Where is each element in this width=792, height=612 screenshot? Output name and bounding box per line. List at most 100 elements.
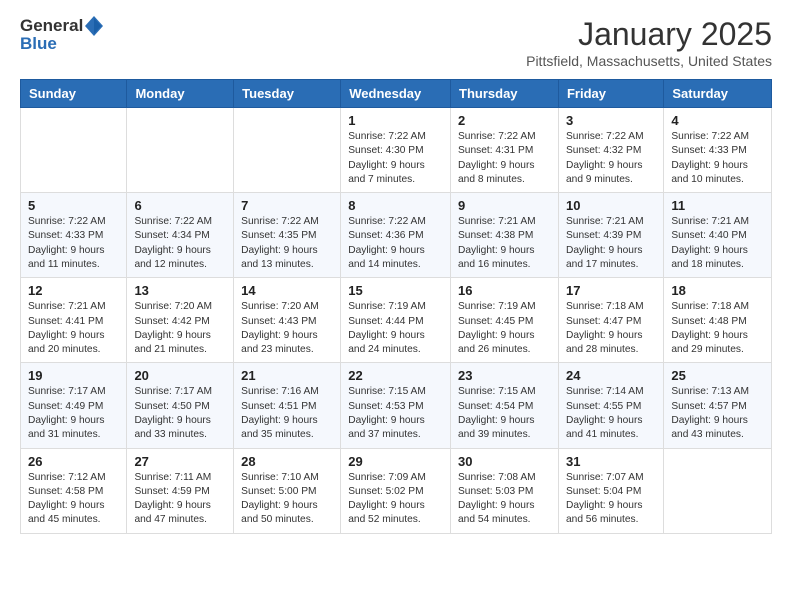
day-number: 31: [566, 454, 656, 469]
day-number: 9: [458, 198, 551, 213]
day-cell-18: 18 Sunrise: 7:18 AMSunset: 4:48 PMDayligh…: [664, 278, 772, 363]
week-row-2: 5 Sunrise: 7:22 AMSunset: 4:33 PMDaylight…: [21, 193, 772, 278]
day-cell-23: 23 Sunrise: 7:15 AMSunset: 4:54 PMDayligh…: [451, 363, 559, 448]
day-number: 19: [28, 368, 119, 383]
day-number: 24: [566, 368, 656, 383]
day-cell-29: 29Sunrise: 7:09 AMSunset: 5:02 PMDayligh…: [341, 448, 451, 533]
weekday-header-row: SundayMondayTuesdayWednesdayThursdayFrid…: [21, 80, 772, 108]
day-number: 13: [134, 283, 226, 298]
day-info: Sunrise: 7:19 AMSunset: 4:45 PMDaylight:…: [458, 300, 551, 357]
day-number: 28: [241, 454, 333, 469]
logo-icon: [85, 16, 103, 36]
page: General Blue January 2025 Pittsfield, Ma…: [0, 0, 792, 544]
week-row-1: 1 Sunrise: 7:22 AMSunset: 4:30 PMDaylight…: [21, 108, 772, 193]
day-number: 23: [458, 368, 551, 383]
day-number: 21: [241, 368, 333, 383]
day-cell-10: 10Sunrise: 7:21 AMSunset: 4:39 PMDayligh…: [558, 193, 663, 278]
day-info: Sunrise: 7:07 AMSunset: 5:04 PMDaylight:…: [566, 471, 656, 528]
day-number: 26: [28, 454, 119, 469]
title-block: January 2025 Pittsfield, Massachusetts, …: [526, 16, 772, 69]
day-cell-14: 14Sunrise: 7:20 AMSunset: 4:43 PMDayligh…: [234, 278, 341, 363]
day-number: 10: [566, 198, 656, 213]
day-number: 11: [671, 198, 764, 213]
day-cell-27: 27 Sunrise: 7:11 AMSunset: 4:59 PMDayligh…: [127, 448, 234, 533]
day-info: Sunrise: 7:22 AMSunset: 4:35 PMDaylight:…: [241, 215, 333, 272]
day-info: Sunrise: 7:21 AMSunset: 4:38 PMDaylight:…: [458, 215, 551, 272]
day-cell-25: 25 Sunrise: 7:13 AMSunset: 4:57 PMDayligh…: [664, 363, 772, 448]
day-number: 25: [671, 368, 764, 383]
weekday-header-friday: Friday: [558, 80, 663, 108]
logo: General Blue: [20, 16, 105, 54]
day-info: Sunrise: 7:08 AMSunset: 5:03 PMDaylight:…: [458, 471, 551, 528]
weekday-header-wednesday: Wednesday: [341, 80, 451, 108]
day-cell-24: 24 Sunrise: 7:14 AMSunset: 4:55 PMDayligh…: [558, 363, 663, 448]
day-number: 22: [348, 368, 443, 383]
day-info: Sunrise: 7:12 AMSunset: 4:58 PMDaylight:…: [28, 471, 119, 528]
day-number: 27: [134, 454, 226, 469]
header: General Blue January 2025 Pittsfield, Ma…: [20, 16, 772, 69]
day-number: 30: [458, 454, 551, 469]
day-number: 4: [671, 113, 764, 128]
day-number: 6: [134, 198, 226, 213]
day-cell-26: 26 Sunrise: 7:12 AMSunset: 4:58 PMDayligh…: [21, 448, 127, 533]
day-cell-21: 21 Sunrise: 7:16 AMSunset: 4:51 PMDayligh…: [234, 363, 341, 448]
empty-cell: [234, 108, 341, 193]
day-cell-7: 7 Sunrise: 7:22 AMSunset: 4:35 PMDaylight…: [234, 193, 341, 278]
day-number: 8: [348, 198, 443, 213]
day-info: Sunrise: 7:13 AMSunset: 4:57 PMDaylight:…: [671, 385, 764, 442]
logo-general: General: [20, 16, 83, 36]
day-cell-17: 17 Sunrise: 7:18 AMSunset: 4:47 PMDayligh…: [558, 278, 663, 363]
day-cell-2: 2Sunrise: 7:22 AMSunset: 4:31 PMDaylight…: [451, 108, 559, 193]
day-info: Sunrise: 7:19 AMSunset: 4:44 PMDaylight:…: [348, 300, 443, 357]
day-info: Sunrise: 7:22 AMSunset: 4:31 PMDaylight:…: [458, 130, 551, 187]
day-cell-19: 19Sunrise: 7:17 AMSunset: 4:49 PMDayligh…: [21, 363, 127, 448]
day-number: 12: [28, 283, 119, 298]
weekday-header-monday: Monday: [127, 80, 234, 108]
day-number: 15: [348, 283, 443, 298]
day-info: Sunrise: 7:18 AMSunset: 4:47 PMDaylight:…: [566, 300, 656, 357]
empty-cell: [127, 108, 234, 193]
day-number: 29: [348, 454, 443, 469]
day-number: 17: [566, 283, 656, 298]
day-info: Sunrise: 7:22 AMSunset: 4:33 PMDaylight:…: [28, 215, 119, 272]
day-info: Sunrise: 7:22 AMSunset: 4:30 PMDaylight:…: [348, 130, 443, 187]
day-cell-12: 12 Sunrise: 7:21 AMSunset: 4:41 PMDayligh…: [21, 278, 127, 363]
day-cell-28: 28 Sunrise: 7:10 AMSunset: 5:00 PMDayligh…: [234, 448, 341, 533]
day-number: 18: [671, 283, 764, 298]
day-cell-16: 16 Sunrise: 7:19 AMSunset: 4:45 PMDayligh…: [451, 278, 559, 363]
day-cell-5: 5 Sunrise: 7:22 AMSunset: 4:33 PMDaylight…: [21, 193, 127, 278]
day-cell-20: 20Sunrise: 7:17 AMSunset: 4:50 PMDayligh…: [127, 363, 234, 448]
weekday-header-sunday: Sunday: [21, 80, 127, 108]
day-cell-30: 30 Sunrise: 7:08 AMSunset: 5:03 PMDayligh…: [451, 448, 559, 533]
day-info: Sunrise: 7:22 AMSunset: 4:32 PMDaylight:…: [566, 130, 656, 187]
day-info: Sunrise: 7:15 AMSunset: 4:54 PMDaylight:…: [458, 385, 551, 442]
day-number: 20: [134, 368, 226, 383]
weekday-header-saturday: Saturday: [664, 80, 772, 108]
day-cell-11: 11 Sunrise: 7:21 AMSunset: 4:40 PMDayligh…: [664, 193, 772, 278]
day-info: Sunrise: 7:11 AMSunset: 4:59 PMDaylight:…: [134, 471, 226, 528]
day-info: Sunrise: 7:18 AMSunset: 4:48 PMDaylight:…: [671, 300, 764, 357]
day-info: Sunrise: 7:16 AMSunset: 4:51 PMDaylight:…: [241, 385, 333, 442]
weekday-header-thursday: Thursday: [451, 80, 559, 108]
week-row-4: 19Sunrise: 7:17 AMSunset: 4:49 PMDayligh…: [21, 363, 772, 448]
day-number: 16: [458, 283, 551, 298]
week-row-5: 26 Sunrise: 7:12 AMSunset: 4:58 PMDayligh…: [21, 448, 772, 533]
month-title: January 2025: [526, 16, 772, 53]
day-info: Sunrise: 7:21 AMSunset: 4:40 PMDaylight:…: [671, 215, 764, 272]
weekday-header-tuesday: Tuesday: [234, 80, 341, 108]
logo-blue: Blue: [20, 34, 105, 54]
location: Pittsfield, Massachusetts, United States: [526, 53, 772, 69]
day-info: Sunrise: 7:10 AMSunset: 5:00 PMDaylight:…: [241, 471, 333, 528]
day-number: 7: [241, 198, 333, 213]
day-cell-3: 3Sunrise: 7:22 AMSunset: 4:32 PMDaylight…: [558, 108, 663, 193]
day-cell-9: 9 Sunrise: 7:21 AMSunset: 4:38 PMDaylight…: [451, 193, 559, 278]
day-info: Sunrise: 7:21 AMSunset: 4:41 PMDaylight:…: [28, 300, 119, 357]
day-cell-6: 6 Sunrise: 7:22 AMSunset: 4:34 PMDaylight…: [127, 193, 234, 278]
day-cell-1: 1 Sunrise: 7:22 AMSunset: 4:30 PMDaylight…: [341, 108, 451, 193]
day-info: Sunrise: 7:22 AMSunset: 4:34 PMDaylight:…: [134, 215, 226, 272]
day-info: Sunrise: 7:15 AMSunset: 4:53 PMDaylight:…: [348, 385, 443, 442]
day-number: 5: [28, 198, 119, 213]
day-number: 1: [348, 113, 443, 128]
day-info: Sunrise: 7:14 AMSunset: 4:55 PMDaylight:…: [566, 385, 656, 442]
day-info: Sunrise: 7:22 AMSunset: 4:36 PMDaylight:…: [348, 215, 443, 272]
